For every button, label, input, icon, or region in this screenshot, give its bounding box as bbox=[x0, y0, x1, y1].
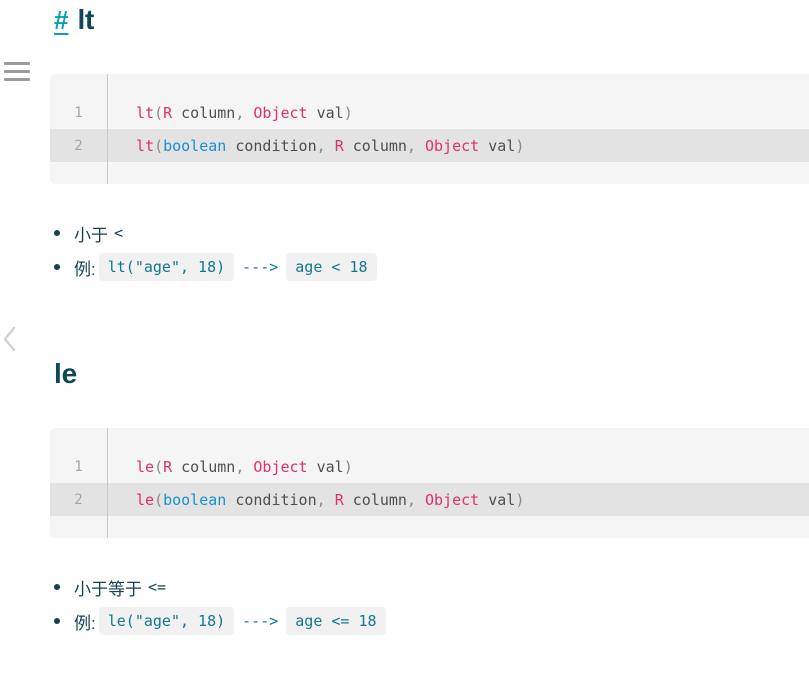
arrow-separator: ---> bbox=[242, 612, 279, 630]
code-token-punc: ( bbox=[154, 490, 164, 509]
code-token-type: Object bbox=[425, 136, 480, 155]
code-token-type: R bbox=[163, 103, 173, 122]
code-token-fn: lt bbox=[136, 103, 155, 122]
code-token-plain: val bbox=[307, 103, 344, 122]
code-token-kw: boolean bbox=[163, 490, 227, 509]
hamburger-bar bbox=[4, 78, 30, 81]
bullet-dot-icon bbox=[54, 264, 60, 270]
line-number-gutter bbox=[50, 428, 108, 450]
heading-text: le bbox=[54, 358, 77, 389]
line-number: 2 bbox=[50, 483, 108, 516]
code-line-text: lt(boolean condition, R column, Object v… bbox=[108, 137, 524, 155]
code-token-punc: ( bbox=[154, 136, 164, 155]
code-token-plain: column bbox=[343, 490, 407, 509]
code-block-padding bbox=[50, 74, 809, 96]
list-item-label: 小于等于 bbox=[74, 579, 142, 599]
line-number-gutter bbox=[50, 74, 108, 96]
inline-code-chip: lt("age", 18) bbox=[98, 253, 235, 281]
list-item-label: 例: bbox=[74, 613, 96, 633]
code-block-padding bbox=[50, 428, 809, 450]
code-token-punc: ( bbox=[154, 457, 164, 476]
list-item: 例: lt("age", 18) ---> age < 18 bbox=[54, 250, 380, 284]
heading-text: lt bbox=[77, 4, 95, 35]
code-token-fn: lt bbox=[136, 136, 155, 155]
code-token-plain: val bbox=[479, 136, 516, 155]
list-item: 例: le("age", 18) ---> age <= 18 bbox=[54, 604, 389, 638]
heading-anchor-link[interactable]: # bbox=[54, 5, 68, 36]
code-token-punc: ) bbox=[515, 490, 525, 509]
line-number-gutter bbox=[50, 516, 108, 538]
code-token-punc: , bbox=[406, 490, 416, 509]
hamburger-bar bbox=[4, 62, 30, 65]
code-token-plain: val bbox=[479, 490, 516, 509]
code-line-text: lt(R column, Object val) bbox=[108, 104, 353, 122]
inline-code-chip: le("age", 18) bbox=[98, 607, 235, 635]
code-token-punc: , bbox=[316, 136, 326, 155]
bullet-dot-icon bbox=[54, 230, 60, 236]
list-item-label: 例: bbox=[74, 259, 96, 279]
inline-code-chip: age <= 18 bbox=[286, 607, 386, 635]
code-token-punc: , bbox=[406, 136, 416, 155]
section-heading-lt: # lt bbox=[54, 4, 94, 36]
code-token-type: R bbox=[334, 490, 344, 509]
inline-code-chip: age < 18 bbox=[286, 253, 377, 281]
code-token-plain: column bbox=[172, 457, 236, 476]
list-item: 小于等于 <= bbox=[54, 570, 389, 604]
hamburger-bar bbox=[4, 70, 30, 73]
code-line: 1 lt(R column, Object val) bbox=[50, 96, 809, 129]
code-token-type: Object bbox=[253, 103, 308, 122]
code-token-punc: ) bbox=[343, 103, 353, 122]
code-token-punc: ) bbox=[343, 457, 353, 476]
arrow-separator: ---> bbox=[242, 258, 279, 276]
line-number-gutter bbox=[50, 162, 108, 184]
code-token-type: Object bbox=[253, 457, 308, 476]
operator-symbol: <= bbox=[148, 578, 167, 596]
line-number: 1 bbox=[50, 450, 108, 483]
code-token-punc: ( bbox=[154, 103, 164, 122]
chevron-left-icon[interactable] bbox=[0, 322, 20, 356]
document-content: # lt 1 lt(R column, Object val) 2 lt(boolean … bbox=[44, 0, 809, 693]
code-token-plain: condition bbox=[226, 490, 317, 509]
list-item-label: 小于 bbox=[74, 225, 108, 245]
code-block-lt[interactable]: 1 lt(R column, Object val) 2 lt(boolean con… bbox=[50, 74, 809, 184]
code-block-padding bbox=[50, 162, 809, 184]
code-token-plain: condition bbox=[226, 136, 317, 155]
code-block-le[interactable]: 1 le(R column, Object val) 2 le(boolean con… bbox=[50, 428, 809, 538]
operator-symbol: < bbox=[114, 224, 124, 242]
bullet-list-le: 小于等于 <= 例: le("age", 18) ---> age <= 18 bbox=[54, 570, 389, 638]
list-item: 小于 < bbox=[54, 216, 380, 250]
line-number: 2 bbox=[50, 129, 108, 162]
code-token-type: R bbox=[163, 457, 173, 476]
code-token-kw: boolean bbox=[163, 136, 227, 155]
code-token-fn: le bbox=[136, 457, 155, 476]
bullet-dot-icon bbox=[54, 584, 60, 590]
code-line-text: le(boolean condition, R column, Object v… bbox=[108, 491, 524, 509]
code-line-text: le(R column, Object val) bbox=[108, 458, 353, 476]
code-token-punc: , bbox=[316, 490, 326, 509]
code-token-punc: ) bbox=[515, 136, 525, 155]
code-token-plain: val bbox=[307, 457, 344, 476]
code-line: 2 lt(boolean condition, R column, Object … bbox=[50, 129, 809, 162]
bullet-dot-icon bbox=[54, 618, 60, 624]
code-token-type: R bbox=[334, 136, 344, 155]
hamburger-menu-icon[interactable] bbox=[4, 62, 30, 84]
line-number: 1 bbox=[50, 96, 108, 129]
code-token-type: Object bbox=[425, 490, 480, 509]
code-block-padding bbox=[50, 516, 809, 538]
code-token-fn: le bbox=[136, 490, 155, 509]
code-token-plain: column bbox=[172, 103, 236, 122]
code-line: 2 le(boolean condition, R column, Object … bbox=[50, 483, 809, 516]
left-rail bbox=[0, 0, 44, 693]
code-token-plain: column bbox=[343, 136, 407, 155]
section-heading-le: le bbox=[54, 358, 77, 390]
code-line: 1 le(R column, Object val) bbox=[50, 450, 809, 483]
bullet-list-lt: 小于 < 例: lt("age", 18) ---> age < 18 bbox=[54, 216, 380, 284]
